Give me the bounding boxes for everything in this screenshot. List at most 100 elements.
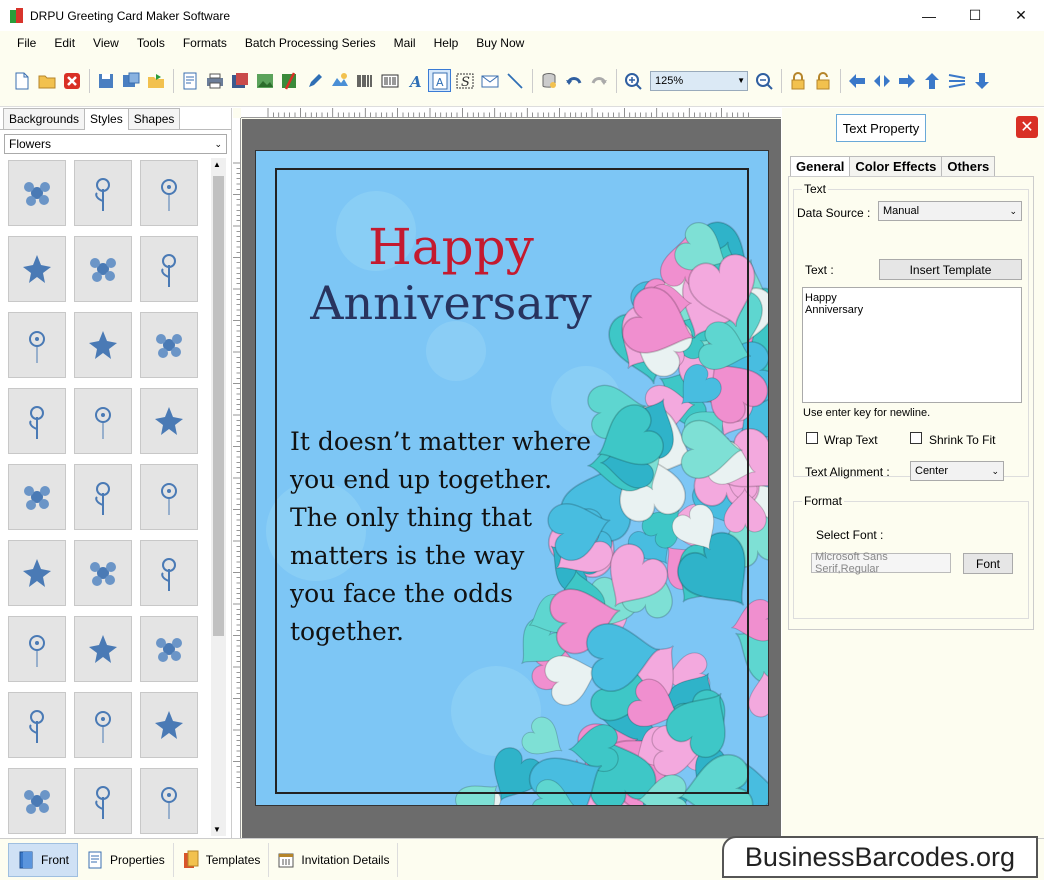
move-up-button[interactable] — [920, 69, 943, 92]
style-thumbnail[interactable] — [140, 540, 198, 606]
menu-file[interactable]: File — [8, 36, 45, 50]
style-thumbnail[interactable] — [74, 692, 132, 758]
zoom-select[interactable]: 125% ▼ — [650, 70, 748, 91]
style-thumbnail[interactable] — [74, 464, 132, 530]
tab-front[interactable]: Front — [8, 842, 79, 877]
style-thumbnail[interactable] — [74, 236, 132, 302]
new-file-button[interactable] — [10, 69, 33, 92]
tab-shapes[interactable]: Shapes — [127, 108, 181, 129]
menu-help[interactable]: Help — [425, 36, 468, 50]
shrink-to-fit-checkbox[interactable] — [910, 432, 922, 444]
menu-edit[interactable]: Edit — [45, 36, 84, 50]
save-button[interactable] — [94, 69, 117, 92]
database-button[interactable] — [537, 69, 560, 92]
barcode-button[interactable] — [353, 69, 376, 92]
style-thumbnail[interactable] — [8, 692, 66, 758]
style-thumbnail[interactable] — [140, 312, 198, 378]
menu-tools[interactable]: Tools — [128, 36, 174, 50]
move-left-button[interactable] — [845, 69, 868, 92]
close-file-button[interactable] — [60, 69, 83, 92]
style-thumbnail[interactable] — [74, 388, 132, 454]
style-thumbnail[interactable] — [140, 692, 198, 758]
style-thumbnail[interactable] — [140, 768, 198, 834]
tab-invitation-details[interactable]: Invitation Details — [269, 842, 399, 877]
style-thumbnail[interactable] — [8, 236, 66, 302]
menu-batch-processing[interactable]: Batch Processing Series — [236, 36, 385, 50]
card-title-anniversary[interactable]: Anniversary — [256, 276, 646, 330]
shapes-button[interactable] — [328, 69, 351, 92]
wordart-button[interactable]: A — [403, 69, 426, 92]
style-thumbnail[interactable] — [74, 312, 132, 378]
greeting-card[interactable]: Happy Anniversary It doesn’t matter wher… — [255, 150, 769, 806]
tab-others[interactable]: Others — [941, 156, 996, 176]
align-center-button[interactable] — [870, 69, 893, 92]
style-thumbnail[interactable] — [8, 768, 66, 834]
image-button[interactable] — [253, 69, 276, 92]
font-button[interactable]: Font — [963, 553, 1013, 574]
style-thumbnail[interactable] — [8, 540, 66, 606]
tab-general[interactable]: General — [790, 156, 851, 176]
wrap-text-checkbox[interactable] — [806, 432, 818, 444]
zoom-in-button[interactable] — [621, 69, 644, 92]
scroll-up-icon[interactable]: ▲ — [213, 160, 221, 169]
style-thumbnail[interactable] — [140, 616, 198, 682]
card-title-happy[interactable]: Happy — [256, 218, 646, 276]
style-thumbnail[interactable] — [74, 540, 132, 606]
tab-backgrounds[interactable]: Backgrounds — [3, 108, 86, 129]
insert-template-button[interactable]: Insert Template — [879, 259, 1022, 280]
tab-templates[interactable]: Templates — [174, 842, 270, 877]
close-panel-button[interactable]: ✕ — [1016, 116, 1038, 138]
lock-button[interactable] — [786, 69, 809, 92]
style-thumbnail[interactable] — [74, 768, 132, 834]
style-thumbnail[interactable] — [140, 388, 198, 454]
style-thumbnail[interactable] — [140, 464, 198, 530]
style-thumbnail[interactable] — [74, 616, 132, 682]
minimize-button[interactable]: — — [906, 0, 952, 31]
menu-view[interactable]: View — [84, 36, 128, 50]
menu-buy-now[interactable]: Buy Now — [467, 36, 533, 50]
style-thumbnail[interactable] — [8, 388, 66, 454]
pen-tool-button[interactable] — [303, 69, 326, 92]
text-tool-button[interactable]: A — [428, 69, 451, 92]
barcode-alt-button[interactable] — [378, 69, 401, 92]
unlock-button[interactable] — [811, 69, 834, 92]
move-right-button[interactable] — [895, 69, 918, 92]
style-thumbnail[interactable] — [8, 160, 66, 226]
styles-scrollbar[interactable]: ▲ ▼ — [211, 158, 226, 836]
redo-button[interactable] — [587, 69, 610, 92]
text-content-input[interactable]: Happy Anniversary — [802, 287, 1022, 403]
print-button[interactable] — [203, 69, 226, 92]
style-thumbnail[interactable] — [8, 616, 66, 682]
maximize-button[interactable]: ☐ — [952, 0, 998, 31]
close-window-button[interactable]: ✕ — [998, 0, 1044, 31]
tab-styles[interactable]: Styles — [84, 108, 129, 130]
tab-color-effects[interactable]: Color Effects — [849, 156, 943, 176]
properties-button[interactable] — [178, 69, 201, 92]
line-tool-button[interactable] — [503, 69, 526, 92]
style-thumbnail[interactable] — [140, 236, 198, 302]
undo-button[interactable] — [562, 69, 585, 92]
menu-formats[interactable]: Formats — [174, 36, 236, 50]
export-button[interactable] — [144, 69, 167, 92]
delete-image-button[interactable] — [278, 69, 301, 92]
data-source-select[interactable]: Manual ⌄ — [878, 201, 1022, 221]
align-middle-button[interactable] — [945, 69, 968, 92]
tab-properties[interactable]: Properties — [78, 842, 174, 877]
style-thumbnail[interactable] — [74, 160, 132, 226]
print-preview-button[interactable] — [228, 69, 251, 92]
open-file-button[interactable] — [35, 69, 58, 92]
card-quote-text[interactable]: It doesn’t matter where you end up toget… — [290, 423, 630, 651]
menu-mail[interactable]: Mail — [385, 36, 425, 50]
zoom-out-button[interactable] — [752, 69, 775, 92]
style-thumbnail[interactable] — [8, 464, 66, 530]
text-alignment-select[interactable]: Center ⌄ — [910, 461, 1004, 481]
move-down-button[interactable] — [970, 69, 993, 92]
style-thumbnail[interactable] — [8, 312, 66, 378]
style-thumbnail[interactable] — [140, 160, 198, 226]
scroll-down-icon[interactable]: ▼ — [213, 825, 221, 834]
category-select[interactable]: Flowers ⌄ — [4, 134, 227, 154]
signature-button[interactable]: S — [453, 69, 476, 92]
save-as-button[interactable] — [119, 69, 142, 92]
scroll-thumb[interactable] — [213, 176, 224, 636]
mail-button[interactable] — [478, 69, 501, 92]
